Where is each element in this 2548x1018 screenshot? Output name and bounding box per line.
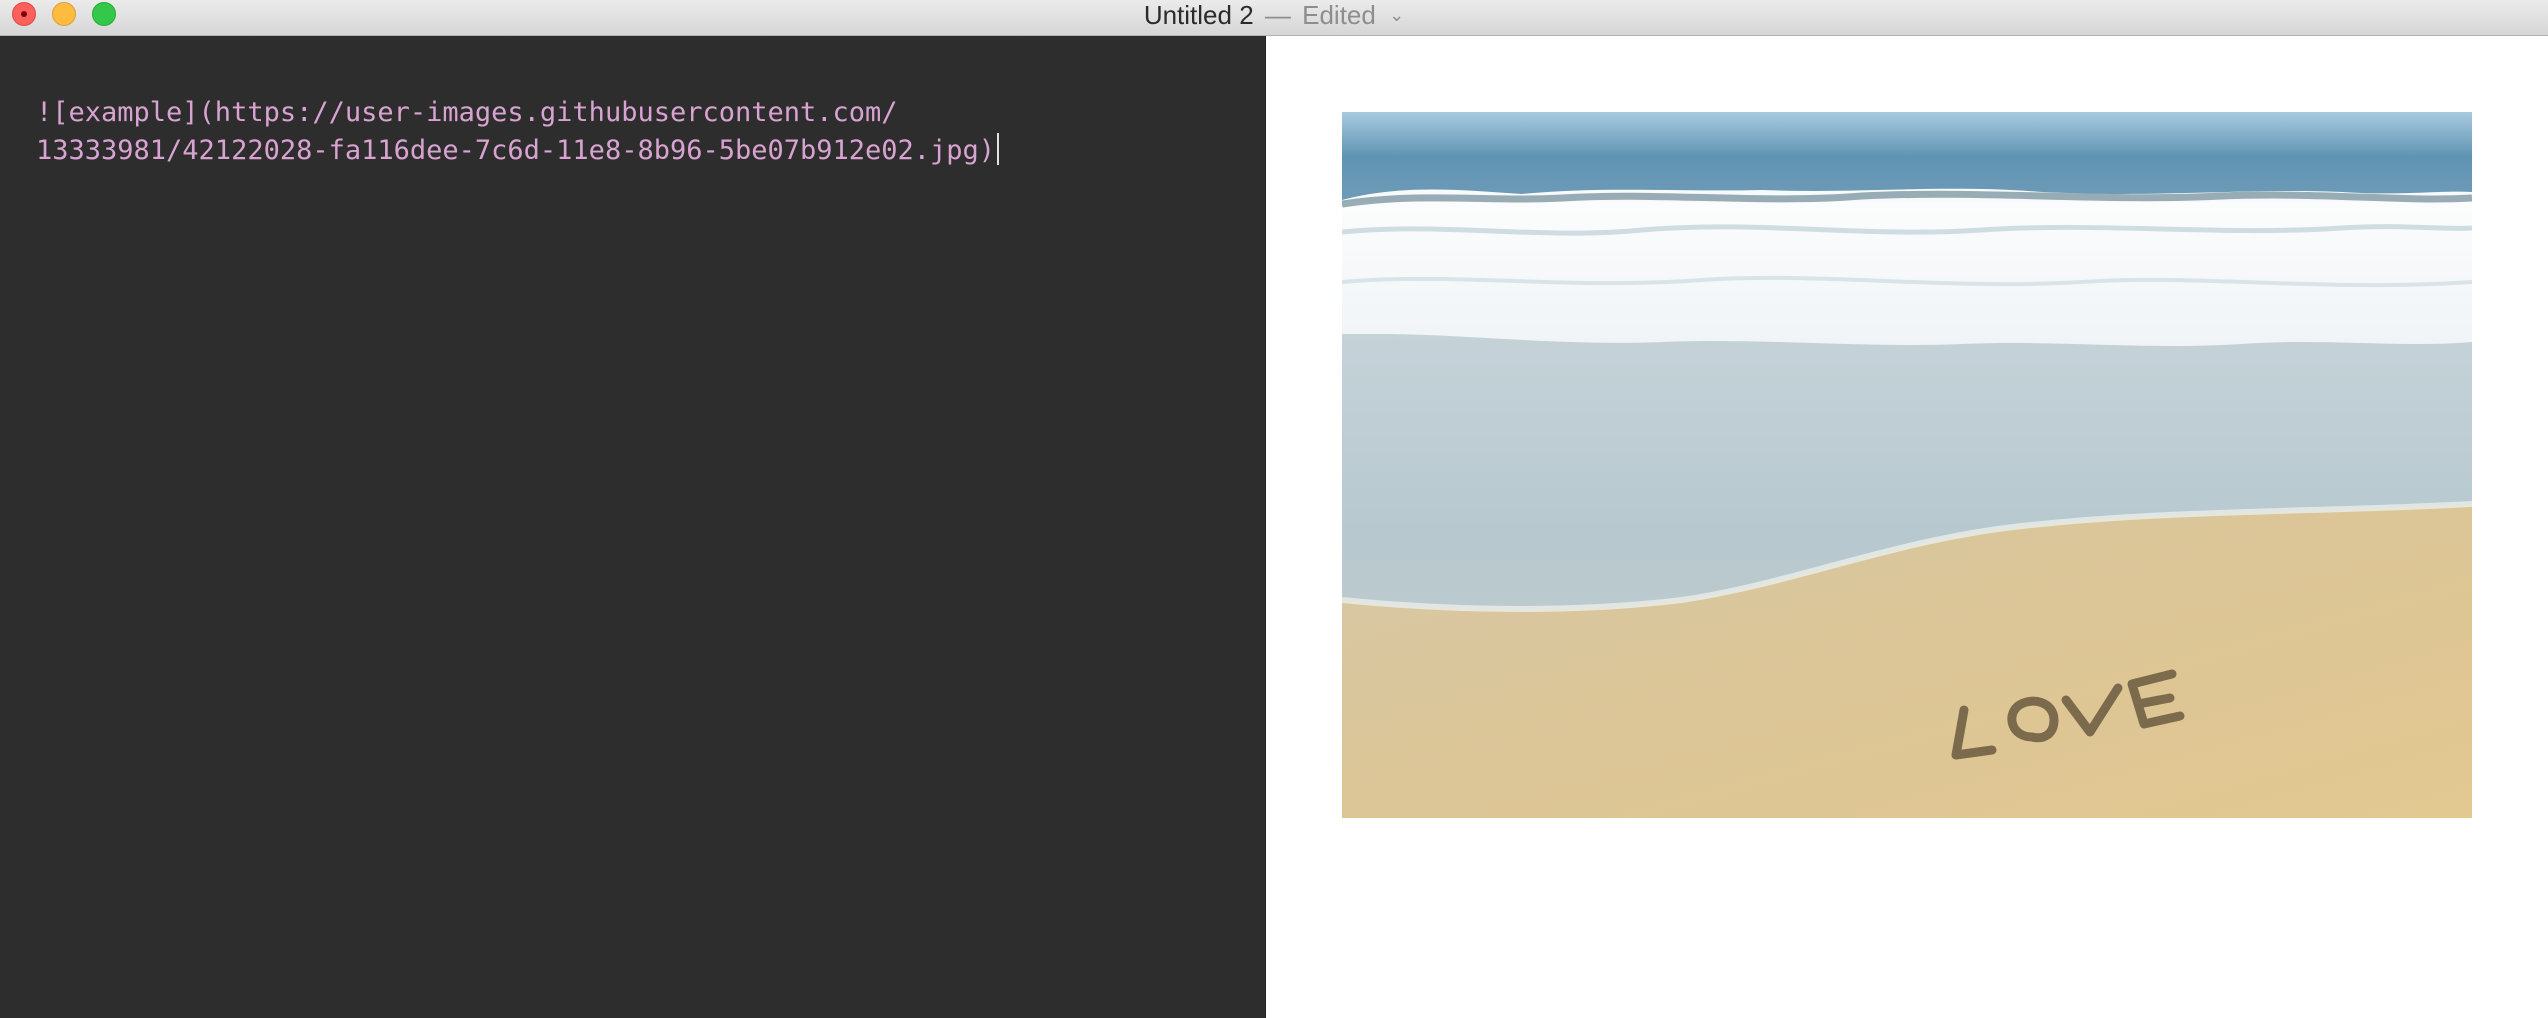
editor-line: 13333981/42122028-fa116dee-7c6d-11e8-8b9… <box>36 135 996 166</box>
editor-line: ![example](https://user-images.githubuse… <box>36 97 898 128</box>
beach-image <box>1342 112 2472 818</box>
text-cursor <box>997 133 1000 165</box>
markdown-preview <box>1266 36 2548 1018</box>
title-separator: — <box>1264 0 1291 30</box>
title-bar[interactable]: Untitled 2 — Edited ⌄ <box>0 0 2548 36</box>
window-title[interactable]: Untitled 2 — Edited ⌄ <box>0 0 2548 30</box>
edited-status: Edited <box>1302 0 1376 30</box>
preview-image <box>1342 112 2472 818</box>
editor-content[interactable]: ![example](https://user-images.githubuse… <box>36 94 1236 170</box>
chevron-down-icon[interactable]: ⌄ <box>1389 0 1404 30</box>
markdown-editor[interactable]: ![example](https://user-images.githubuse… <box>0 36 1266 1018</box>
document-name: Untitled 2 <box>1143 0 1254 30</box>
app-window: Untitled 2 — Edited ⌄ ![example](https:/… <box>0 0 2548 1018</box>
